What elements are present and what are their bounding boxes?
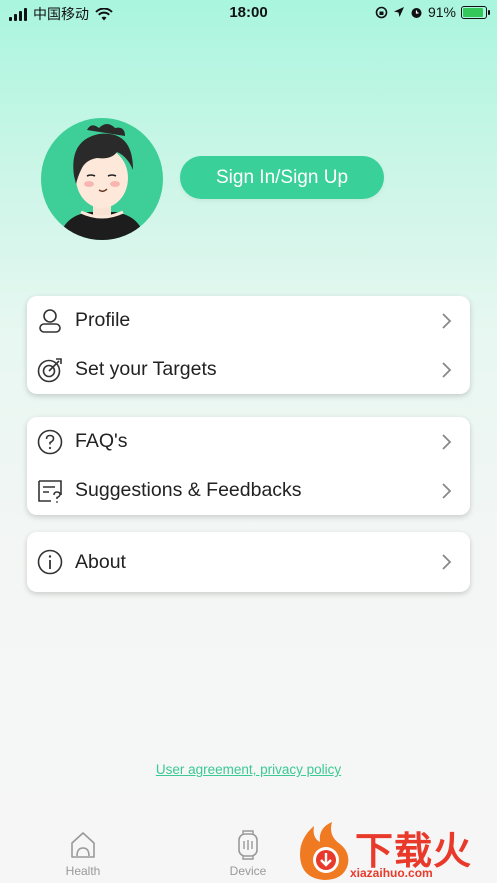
question-icon [36,428,63,455]
location-arrow-icon [393,7,404,17]
chevron-right-icon [442,483,452,499]
tab-label: Device [229,864,267,878]
menu-item-label: Profile [75,309,131,331]
tab-label: Health [65,864,101,878]
chevron-right-icon [442,362,452,378]
user-agreement-link[interactable]: User agreement, privacy policy [0,762,497,777]
tab-health[interactable]: Health [43,830,123,878]
avatar-illustration [59,124,145,240]
sign-in-button[interactable]: Sign In/Sign Up [180,156,384,199]
menu-item-label: FAQ's [75,430,128,452]
menu-item-profile[interactable]: Profile [27,296,470,345]
battery-icon [461,5,490,19]
watch-icon [238,830,258,860]
menu-item-label: Suggestions & Feedbacks [75,479,302,501]
menu-item-feedback[interactable]: Suggestions & Feedbacks [27,466,470,515]
menu-item-faq[interactable]: FAQ's [27,417,470,466]
info-icon [36,549,63,576]
person-icon [36,307,63,334]
menu-card-about: About [27,532,470,592]
feedback-icon [36,477,63,504]
flame-logo-icon [300,822,349,880]
watermark-logo: 下载火 xiazaihuo.com [292,818,497,883]
tab-device[interactable]: Device [208,830,288,878]
avatar[interactable] [41,118,163,240]
status-right: 91% [375,4,490,20]
watermark-domain: xiazaihuo.com [350,866,433,880]
chevron-right-icon [442,554,452,570]
target-icon [36,356,63,383]
menu-card-account: Profile Set your Targets [27,296,470,394]
chevron-right-icon [442,313,452,329]
chevron-right-icon [442,434,452,450]
menu-item-about[interactable]: About [27,532,470,592]
orientation-lock-icon [375,6,388,18]
menu-card-help: FAQ's Suggestions & Feedbacks [27,417,470,515]
menu-item-targets[interactable]: Set your Targets [27,345,470,394]
status-bar: 中国移动 18:00 91% [0,0,497,26]
alarm-icon [411,7,422,18]
menu-item-label: About [75,550,126,573]
heart-house-icon [71,832,95,858]
battery-percent: 91% [427,4,456,20]
menu-item-label: Set your Targets [75,358,217,380]
